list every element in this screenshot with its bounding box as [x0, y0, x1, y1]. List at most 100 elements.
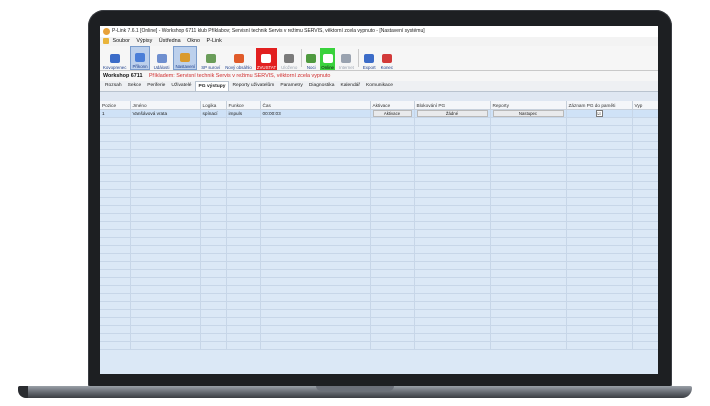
empty-cell[interactable] [130, 237, 201, 246]
empty-cell[interactable] [414, 341, 491, 350]
empty-cell[interactable] [414, 165, 491, 174]
empty-cell[interactable] [200, 229, 227, 238]
empty-cell[interactable] [200, 117, 227, 126]
empty-cell[interactable] [200, 125, 227, 134]
empty-cell[interactable] [200, 269, 227, 278]
empty-cell[interactable] [490, 237, 567, 246]
empty-cell[interactable] [632, 277, 658, 286]
cell-aktivace[interactable]: Aktivace [370, 109, 415, 118]
aktivace-button[interactable]: Aktivace [372, 110, 412, 117]
empty-cell[interactable] [490, 245, 567, 254]
empty-cell[interactable] [566, 133, 633, 142]
empty-cell[interactable] [566, 285, 633, 294]
empty-cell[interactable] [130, 149, 201, 158]
empty-cell[interactable] [370, 333, 415, 342]
empty-cell[interactable] [414, 333, 491, 342]
empty-cell[interactable] [370, 157, 415, 166]
empty-cell[interactable] [130, 213, 201, 222]
menu-ustredna[interactable]: Ústředna [159, 38, 181, 44]
empty-cell[interactable] [260, 197, 371, 206]
empty-cell[interactable] [566, 317, 633, 326]
col-vyp[interactable]: Vyp [632, 101, 658, 110]
empty-cell[interactable] [226, 221, 261, 230]
empty-cell[interactable] [260, 141, 371, 150]
table-row-empty[interactable] [100, 293, 658, 302]
empty-cell[interactable] [226, 285, 261, 294]
table-row-empty[interactable] [100, 205, 658, 214]
empty-cell[interactable] [632, 117, 658, 126]
empty-cell[interactable] [260, 165, 371, 174]
empty-cell[interactable] [226, 133, 261, 142]
empty-cell[interactable] [260, 133, 371, 142]
empty-cell[interactable] [130, 189, 201, 198]
empty-cell[interactable] [414, 189, 491, 198]
empty-cell[interactable] [100, 285, 131, 294]
table-row[interactable]: 1 Vanšávová vrata spínací impuls 00:00:0… [100, 109, 658, 118]
table-row-empty[interactable] [100, 221, 658, 230]
menu-plink[interactable]: P-Link [207, 38, 222, 44]
empty-cell[interactable] [100, 213, 131, 222]
empty-cell[interactable] [200, 309, 227, 318]
col-aktivace[interactable]: Aktivace [370, 101, 415, 110]
empty-cell[interactable] [490, 197, 567, 206]
empty-cell[interactable] [226, 157, 261, 166]
table-row-empty[interactable] [100, 269, 658, 278]
empty-cell[interactable] [370, 149, 415, 158]
empty-cell[interactable] [100, 133, 131, 142]
empty-cell[interactable] [100, 181, 131, 190]
empty-cell[interactable] [566, 221, 633, 230]
cell-pozice[interactable]: 1 [100, 109, 131, 118]
empty-cell[interactable] [490, 173, 567, 182]
empty-cell[interactable] [260, 125, 371, 134]
empty-cell[interactable] [226, 261, 261, 270]
empty-cell[interactable] [226, 237, 261, 246]
reporty-button[interactable]: Nastupec [492, 110, 564, 117]
empty-cell[interactable] [632, 309, 658, 318]
empty-cell[interactable] [100, 205, 131, 214]
table-row-empty[interactable] [100, 277, 658, 286]
empty-cell[interactable] [130, 173, 201, 182]
empty-cell[interactable] [566, 325, 633, 334]
empty-cell[interactable] [260, 229, 371, 238]
empty-cell[interactable] [226, 269, 261, 278]
cell-jmeno[interactable]: Vanšávová vrata [130, 109, 201, 118]
menu-soubor[interactable]: Soubor [113, 38, 130, 44]
empty-cell[interactable] [566, 189, 633, 198]
empty-cell[interactable] [130, 309, 201, 318]
menu-vypisy[interactable]: Výpisy [136, 38, 152, 44]
empty-cell[interactable] [370, 309, 415, 318]
empty-cell[interactable] [130, 325, 201, 334]
empty-cell[interactable] [632, 165, 658, 174]
empty-cell[interactable] [200, 245, 227, 254]
empty-cell[interactable] [566, 157, 633, 166]
tab-diagnostika[interactable]: Diagnostika [306, 81, 338, 91]
empty-cell[interactable] [260, 261, 371, 270]
empty-cell[interactable] [414, 285, 491, 294]
empty-cell[interactable] [414, 125, 491, 134]
table-row-empty[interactable] [100, 285, 658, 294]
empty-cell[interactable] [226, 125, 261, 134]
empty-cell[interactable] [370, 301, 415, 310]
empty-cell[interactable] [200, 317, 227, 326]
empty-cell[interactable] [566, 149, 633, 158]
empty-cell[interactable] [130, 341, 201, 350]
empty-cell[interactable] [632, 133, 658, 142]
empty-cell[interactable] [414, 213, 491, 222]
empty-cell[interactable] [260, 325, 371, 334]
empty-cell[interactable] [226, 229, 261, 238]
empty-cell[interactable] [632, 157, 658, 166]
empty-cell[interactable] [370, 181, 415, 190]
empty-cell[interactable] [566, 229, 633, 238]
empty-cell[interactable] [130, 125, 201, 134]
empty-cell[interactable] [370, 165, 415, 174]
tab-komunikace[interactable]: Komunikace [363, 81, 396, 91]
empty-cell[interactable] [490, 221, 567, 230]
empty-cell[interactable] [370, 197, 415, 206]
table-row-empty[interactable] [100, 133, 658, 142]
col-jmeno[interactable]: Jméno [130, 101, 201, 110]
col-funkce[interactable]: Funkce [226, 101, 261, 110]
empty-cell[interactable] [226, 205, 261, 214]
empty-cell[interactable] [632, 237, 658, 246]
empty-cell[interactable] [100, 301, 131, 310]
empty-cell[interactable] [632, 197, 658, 206]
